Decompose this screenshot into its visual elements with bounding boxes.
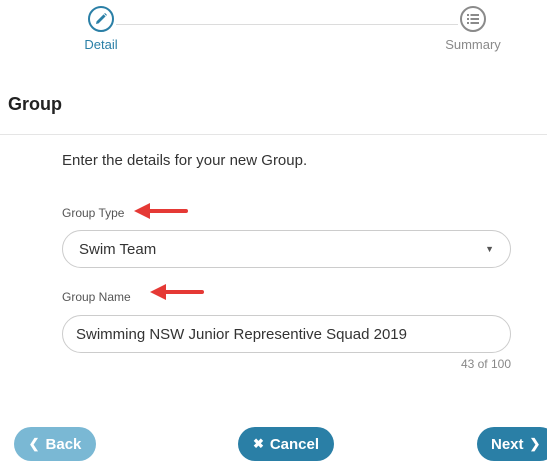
- character-counter: 43 of 100: [460, 357, 511, 371]
- back-button-label: Back: [45, 435, 82, 453]
- next-button[interactable]: Next ❯: [477, 427, 547, 461]
- wizard-step-detail[interactable]: Detail: [76, 6, 126, 52]
- wizard-step-label: Summary: [445, 37, 501, 52]
- divider: [0, 134, 547, 135]
- annotation-arrow-icon: [150, 284, 204, 300]
- group-type-value: Swim Team: [79, 240, 157, 258]
- group-type-select[interactable]: Swim Team ▼: [62, 230, 511, 268]
- wizard-step-summary[interactable]: Summary: [437, 6, 509, 52]
- cancel-button[interactable]: ✖ Cancel: [238, 427, 334, 461]
- times-icon: ✖: [252, 436, 264, 451]
- pencil-icon: [88, 6, 114, 32]
- back-button[interactable]: ❮ Back: [14, 427, 96, 461]
- chevron-left-icon: ❮: [28, 436, 40, 451]
- chevron-right-icon: ❯: [529, 436, 541, 451]
- group-type-label: Group Type: [62, 206, 125, 220]
- next-button-label: Next: [491, 435, 524, 453]
- annotation-arrow-icon: [134, 203, 188, 219]
- group-name-label: Group Name: [62, 290, 131, 304]
- list-icon: [460, 6, 486, 32]
- cancel-button-label: Cancel: [269, 435, 320, 453]
- caret-down-icon: ▼: [485, 244, 494, 254]
- wizard-progress-line: [116, 24, 458, 25]
- group-name-input[interactable]: [62, 315, 511, 353]
- page-title: Group: [8, 94, 62, 114]
- wizard-step-label: Detail: [84, 37, 118, 52]
- form-intro-text: Enter the details for your new Group.: [62, 152, 308, 169]
